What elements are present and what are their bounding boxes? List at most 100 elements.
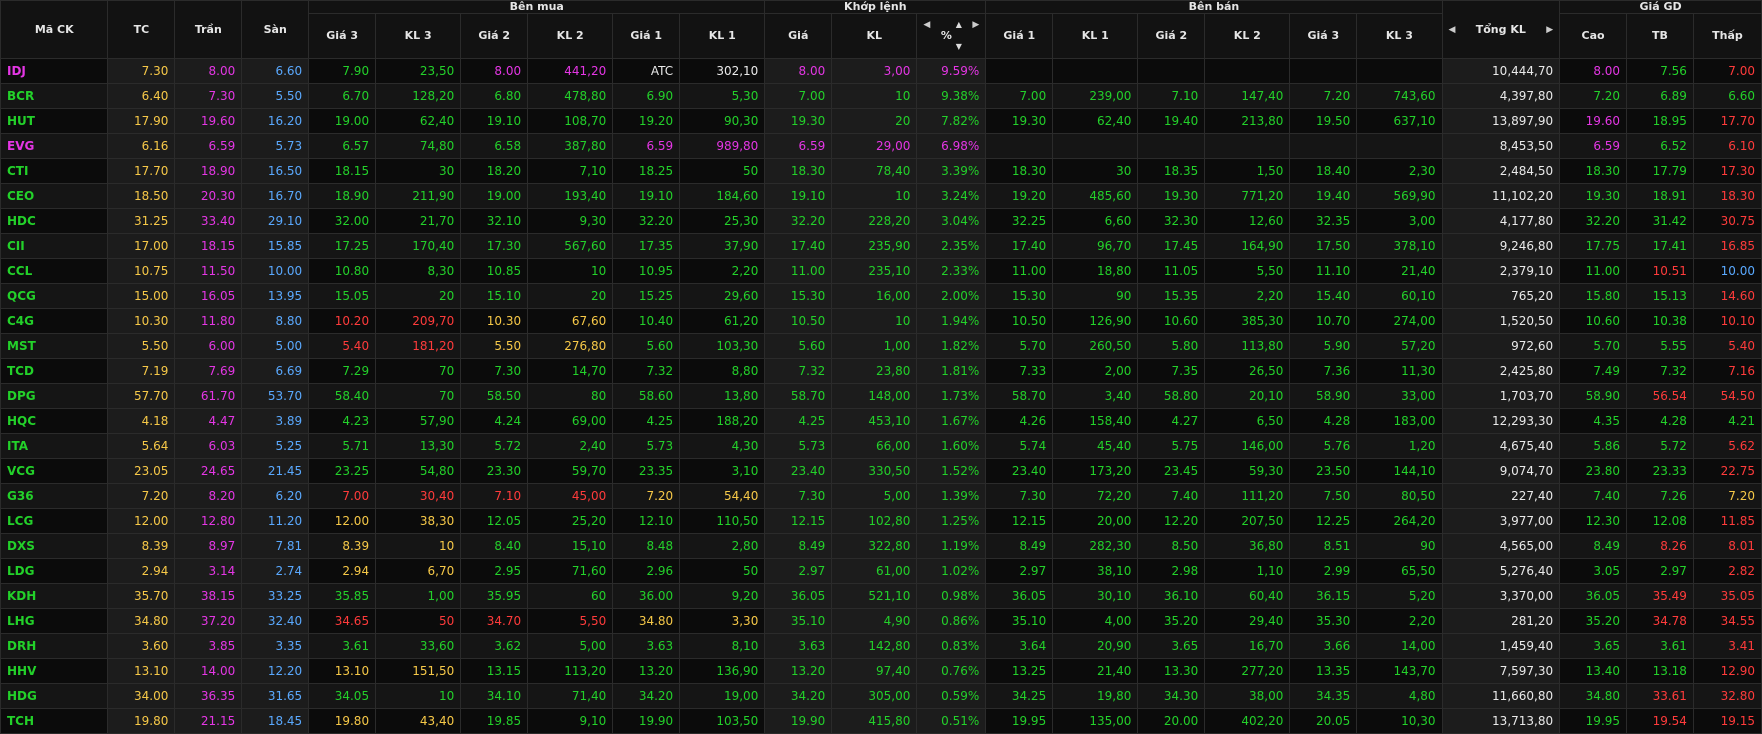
col-low[interactable]: Thấp (1692, 13, 1762, 59)
next-column-icon[interactable]: ▶ (972, 15, 979, 37)
col-match-vol[interactable]: KL (831, 13, 918, 59)
table-row[interactable]: TCD 7.19 7.69 6.69 7.29 70 7.30 14,70 7.32 8,80 7.… (0, 358, 1762, 384)
table-row[interactable]: HDG 34.00 36.35 31.65 34.05 10 34.10 71,40 34.20… (0, 683, 1762, 709)
symbol-cell[interactable]: CEO (0, 183, 109, 209)
symbol-cell[interactable]: KDH (0, 583, 109, 609)
sell-price-3-cell: 20.05 (1289, 708, 1358, 734)
table-row[interactable]: HQC 4.18 4.47 3.89 4.23 57,90 4.24 69,00 4.25 188… (0, 408, 1762, 434)
table-row[interactable]: HDC 31.25 33.40 29.10 32.00 21,70 32.10 9,30 32.… (0, 208, 1762, 234)
match-price-cell: 7.32 (764, 358, 833, 384)
match-price-cell: 12.15 (764, 508, 833, 534)
symbol-cell[interactable]: DXS (0, 533, 109, 559)
col-match-change[interactable]: ◀ % ▲ ▼ ▶ (916, 13, 987, 59)
table-row[interactable]: VCG 23.05 24.65 21.45 23.25 54,80 23.30 59,70 23… (0, 458, 1762, 484)
col-sell-vol-1[interactable]: KL 1 (1052, 13, 1139, 59)
buy-price-3-cell: 10.80 (308, 258, 377, 284)
table-row[interactable]: CII 17.00 18.15 15.85 17.25 170,40 17.30 567,60… (0, 233, 1762, 259)
table-row[interactable]: IDJ 7.30 8.00 6.60 7.90 23,50 8.00 441,20 ATC 302… (0, 58, 1762, 84)
buy-price-2-cell: 8.40 (460, 533, 529, 559)
symbol-cell[interactable]: IDJ (0, 58, 109, 84)
table-row[interactable]: KDH 35.70 38.15 33.25 35.85 1,00 35.95 60 36.00 9… (0, 583, 1762, 609)
col-floor[interactable]: Sàn (241, 0, 310, 59)
table-row[interactable]: CTI 17.70 18.90 16.50 18.15 30 18.20 7,10 18.25 5… (0, 158, 1762, 184)
match-change-cell: 1.19% (916, 533, 987, 559)
ceiling-price-cell: 16.05 (174, 283, 243, 309)
symbol-cell[interactable]: LCG (0, 508, 109, 534)
sell-vol-2-cell: 1,10 (1204, 558, 1291, 584)
prev-column-icon[interactable]: ◀ (923, 15, 930, 37)
symbol-cell[interactable]: EVG (0, 133, 109, 159)
symbol-cell[interactable]: CTI (0, 158, 109, 184)
col-avg[interactable]: TB (1626, 13, 1694, 59)
col-high[interactable]: Cao (1559, 13, 1628, 59)
table-row[interactable]: G36 7.20 8.20 6.20 7.00 30,40 7.10 45,00 7.20 54,… (0, 483, 1762, 509)
table-row[interactable]: BCR 6.40 7.30 5.50 6.70 128,20 6.80 478,80 6.90 5… (0, 83, 1762, 109)
symbol-cell[interactable]: TCH (0, 708, 109, 734)
col-symbol[interactable]: Mã CK (0, 0, 109, 59)
buy-vol-3-cell: 211,90 (375, 183, 462, 209)
col-sell-vol-2[interactable]: KL 2 (1204, 13, 1291, 59)
match-price-cell: 8.49 (764, 533, 833, 559)
col-buy-vol-2[interactable]: KL 2 (527, 13, 614, 59)
symbol-cell[interactable]: HDG (0, 683, 109, 709)
sell-price-2-cell: 36.10 (1137, 583, 1206, 609)
table-row[interactable]: HHV 13.10 14.00 12.20 13.10 151,50 13.15 113,20… (0, 658, 1762, 684)
table-row[interactable]: TCH 19.80 21.15 18.45 19.80 43,40 19.85 9,10 19.… (0, 708, 1762, 734)
table-row[interactable]: MST 5.50 6.00 5.00 5.40 181,20 5.50 276,80 5.60 1… (0, 333, 1762, 359)
col-total-volume[interactable]: ◀ Tổng KL ▶ (1441, 0, 1561, 59)
col-sell-price-2[interactable]: Giá 2 (1137, 13, 1206, 59)
table-row[interactable]: EVG 6.16 6.59 5.73 6.57 74,80 6.58 387,80 6.59 98… (0, 133, 1762, 159)
symbol-cell[interactable]: VCG (0, 458, 109, 484)
table-row[interactable]: CCL 10.75 11.50 10.00 10.80 8,30 10.85 10 10.95 2… (0, 258, 1762, 284)
col-buy-vol-3[interactable]: KL 3 (375, 13, 462, 59)
symbol-cell[interactable]: CII (0, 233, 109, 259)
scroll-right-icon[interactable]: ▶ (1546, 24, 1553, 36)
symbol-cell[interactable]: HDC (0, 208, 109, 234)
table-row[interactable]: LDG 2.94 3.14 2.74 2.94 6,70 2.95 71,60 2.96 50 2.… (0, 558, 1762, 584)
symbol-cell[interactable]: C4G (0, 308, 109, 334)
sort-icon[interactable]: ▲ ▼ (956, 15, 962, 58)
table-row[interactable]: LCG 12.00 12.80 11.20 12.00 38,30 12.05 25,20 12… (0, 508, 1762, 534)
col-buy-vol-1[interactable]: KL 1 (679, 13, 766, 59)
symbol-cell[interactable]: HHV (0, 658, 109, 684)
table-row[interactable]: DRH 3.60 3.85 3.35 3.61 33,60 3.62 5,00 3.63 8,10… (0, 633, 1762, 659)
sell-price-3-cell: 19.50 (1289, 108, 1358, 134)
sell-price-3-cell: 5.76 (1289, 433, 1358, 459)
table-row[interactable]: HUT 17.90 19.60 16.20 19.00 62,40 19.10 108,70 1… (0, 108, 1762, 134)
table-row[interactable]: QCG 15.00 16.05 13.95 15.05 20 15.10 20 15.25 29,… (0, 283, 1762, 309)
floor-price-cell: 10.00 (241, 258, 310, 284)
col-sell-price-3[interactable]: Giá 3 (1289, 13, 1358, 59)
match-vol-cell: 322,80 (831, 533, 918, 559)
symbol-cell[interactable]: BCR (0, 83, 109, 109)
scroll-left-icon[interactable]: ◀ (1449, 24, 1456, 36)
symbol-cell[interactable]: DRH (0, 633, 109, 659)
symbol-cell[interactable]: LHG (0, 608, 109, 634)
col-ceiling[interactable]: Trần (174, 0, 243, 59)
symbol-cell[interactable]: HQC (0, 408, 109, 434)
buy-vol-3-cell: 21,70 (375, 208, 462, 234)
table-row[interactable]: C4G 10.30 11.80 8.80 10.20 209,70 10.30 67,60 10… (0, 308, 1762, 334)
symbol-cell[interactable]: ITA (0, 433, 109, 459)
col-sell-vol-3[interactable]: KL 3 (1356, 13, 1443, 59)
col-buy-price-1[interactable]: Giá 1 (612, 13, 681, 59)
symbol-cell[interactable]: TCD (0, 358, 109, 384)
col-buy-price-3[interactable]: Giá 3 (308, 13, 377, 59)
buy-vol-3-cell: 30 (375, 158, 462, 184)
table-row[interactable]: DPG 57.70 61.70 53.70 58.40 70 58.50 80 58.60 13,… (0, 383, 1762, 409)
table-row[interactable]: LHG 34.80 37.20 32.40 34.65 50 34.70 5,50 34.80 3… (0, 608, 1762, 634)
col-sell-price-1[interactable]: Giá 1 (985, 13, 1054, 59)
symbol-cell[interactable]: MST (0, 333, 109, 359)
table-row[interactable]: ITA 5.64 6.03 5.25 5.71 13,30 5.72 2,40 5.73 4,30… (0, 433, 1762, 459)
symbol-cell[interactable]: HUT (0, 108, 109, 134)
table-row[interactable]: CEO 18.50 20.30 16.70 18.90 211,90 19.00 193,40… (0, 183, 1762, 209)
symbol-cell[interactable]: LDG (0, 558, 109, 584)
col-match-price[interactable]: Giá (764, 13, 833, 59)
col-ref[interactable]: TC (107, 0, 176, 59)
symbol-cell[interactable]: CCL (0, 258, 109, 284)
symbol-cell[interactable]: G36 (0, 483, 109, 509)
symbol-cell[interactable]: QCG (0, 283, 109, 309)
col-buy-price-2[interactable]: Giá 2 (460, 13, 529, 59)
symbol-cell[interactable]: DPG (0, 383, 109, 409)
table-row[interactable]: DXS 8.39 8.97 7.81 8.39 10 8.40 15,10 8.48 2,80 8.… (0, 533, 1762, 559)
high-price-cell: 5.86 (1559, 433, 1628, 459)
